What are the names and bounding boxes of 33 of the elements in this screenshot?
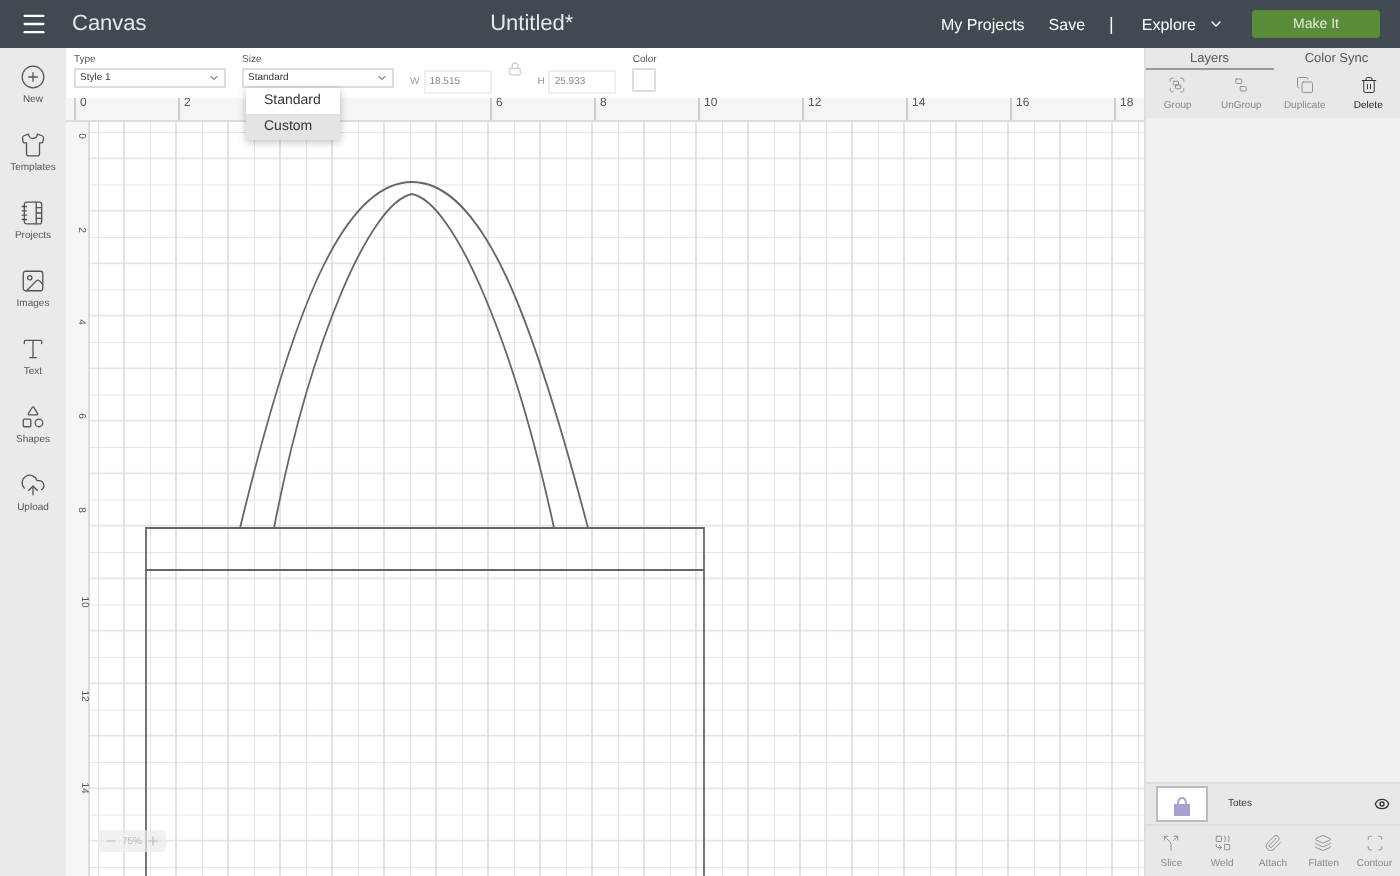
- new-icon: [20, 64, 46, 90]
- tote-bag-icon: [1172, 793, 1192, 815]
- contour-icon: [1365, 834, 1384, 852]
- projects-icon: [20, 200, 46, 226]
- delete-icon: [1359, 76, 1378, 94]
- templates-icon: [20, 132, 46, 158]
- flatten-icon: [1314, 834, 1333, 852]
- images-icon: [20, 268, 46, 294]
- tote-bag-drawing[interactable]: [145, 181, 705, 876]
- document-title: Untitled*: [488, 12, 576, 36]
- shapes-icon: [20, 404, 46, 430]
- chevron-icon: [1208, 16, 1224, 32]
- slice-icon: [1162, 834, 1181, 852]
- eye-icon[interactable]: [1374, 796, 1390, 812]
- caret-icon: [376, 72, 388, 84]
- zoom-in-icon[interactable]: [146, 834, 161, 848]
- text-icon: [20, 336, 46, 362]
- menu-icon[interactable]: [20, 10, 48, 38]
- attach-icon: [1263, 834, 1282, 852]
- app-title: Canvas: [72, 12, 147, 36]
- zoom-out-icon[interactable]: [104, 834, 118, 848]
- lock-icon[interactable]: [507, 62, 522, 76]
- color-swatch[interactable]: [632, 68, 657, 92]
- separator-text: |: [1109, 14, 1114, 34]
- caret-icon: [208, 72, 220, 84]
- duplicate-icon: [1295, 76, 1314, 94]
- upload-icon: [20, 472, 46, 498]
- ungroup-icon: [1232, 76, 1251, 94]
- explore-button[interactable]: Explore: [1141, 15, 1224, 33]
- header-link[interactable]: Save: [1048, 15, 1086, 33]
- weld-icon: [1213, 834, 1232, 852]
- header-link[interactable]: My Projects: [941, 15, 1025, 33]
- group-icon: [1168, 76, 1187, 94]
